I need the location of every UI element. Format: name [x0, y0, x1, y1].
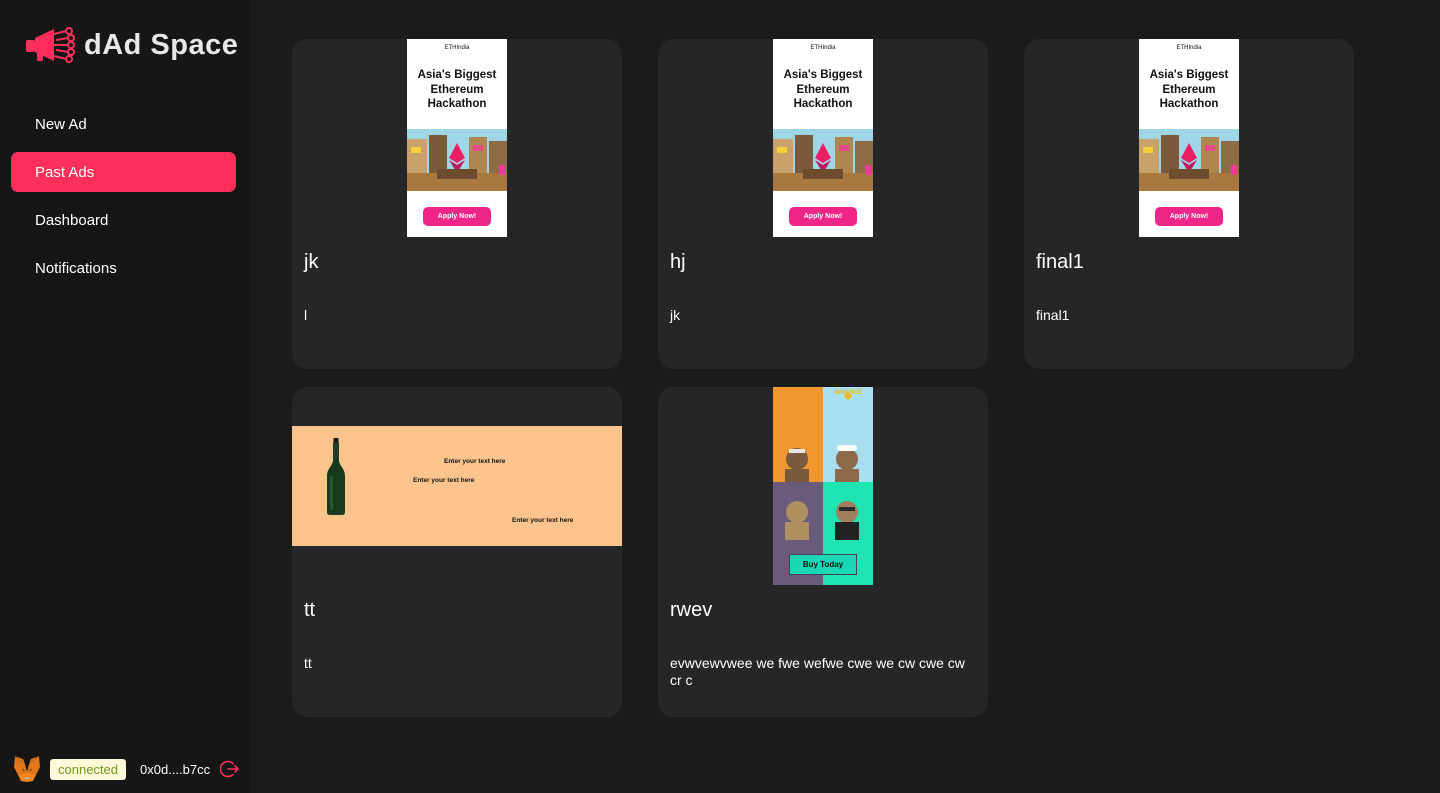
ad-creative-wine-banner: Enter your text here Enter your text her… — [292, 426, 622, 546]
street-scene-illustration — [407, 129, 507, 191]
banner-text: Enter your text here — [413, 477, 475, 484]
banner-text: Enter your text here — [444, 458, 506, 465]
ad-description: tt — [304, 655, 312, 671]
street-scene-illustration — [1139, 129, 1239, 191]
ethindia-logo: ETHIndia — [1176, 45, 1202, 51]
ad-headline: Asia's Biggest Ethereum Hackathon — [417, 69, 497, 110]
sidebar-item-notifications[interactable]: Notifications — [11, 248, 236, 288]
street-scene-illustration — [773, 129, 873, 191]
ad-creative-binance: BINANCE Buy Today — [773, 387, 873, 585]
connection-status-badge: connected — [50, 758, 126, 780]
ad-creative-ethindia: ETHIndia Asia's Biggest Ethereum Hackath… — [773, 39, 873, 237]
ad-headline: Asia's Biggest Ethereum Hackathon — [783, 69, 863, 110]
apply-now-button: Apply Now! — [1155, 207, 1223, 226]
banner-text: Enter your text here — [512, 517, 574, 524]
ad-description: final1 — [1036, 307, 1070, 323]
metamask-fox-icon — [14, 756, 40, 782]
ad-title: rwev — [670, 599, 713, 621]
ad-headline: Asia's Biggest Ethereum Hackathon — [1149, 69, 1229, 110]
wallet-address: 0x0d....b7cc — [140, 761, 211, 777]
apply-now-button: Apply Now! — [423, 207, 491, 226]
ad-card[interactable]: BINANCE Buy Today rwev evwvewvwee we fwe… — [658, 387, 988, 717]
ad-title: final1 — [1036, 251, 1084, 273]
ad-description: l — [304, 307, 308, 323]
ad-card[interactable]: Enter your text here Enter your text her… — [292, 387, 622, 717]
ad-title: tt — [304, 599, 316, 621]
ethindia-logo: ETHIndia — [810, 45, 836, 51]
ad-card[interactable]: ETHIndia Asia's Biggest Ethereum Hackath… — [1024, 39, 1354, 369]
buy-today-button: Buy Today — [789, 554, 857, 575]
brand-logo[interactable]: dAd Space — [24, 26, 238, 64]
sidebar: dAd Space New Ad Past Ads Dashboard Noti… — [0, 0, 250, 793]
sidebar-item-past-ads[interactable]: Past Ads — [11, 152, 236, 192]
logout-icon[interactable] — [220, 759, 240, 779]
ethindia-logo: ETHIndia — [444, 45, 470, 51]
ad-creative-ethindia: ETHIndia Asia's Biggest Ethereum Hackath… — [1139, 39, 1239, 237]
ad-title: jk — [304, 251, 319, 273]
ad-card[interactable]: ETHIndia Asia's Biggest Ethereum Hackath… — [658, 39, 988, 369]
wine-bottle-image — [327, 438, 345, 515]
apply-now-button: Apply Now! — [789, 207, 857, 226]
app-window: dAd Space New Ad Past Ads Dashboard Noti… — [0, 0, 1440, 793]
ad-description: jk — [670, 307, 681, 323]
ad-description: evwvewvwee we fwe wefwe cwe we cw cwe cw… — [670, 655, 965, 688]
binance-logo: BINANCE — [834, 390, 862, 396]
ad-creative-ethindia: ETHIndia Asia's Biggest Ethereum Hackath… — [407, 39, 507, 237]
brand-name: dAd Space — [84, 28, 239, 61]
megaphone-icon — [26, 27, 75, 63]
sidebar-nav: New Ad Past Ads Dashboard Notifications — [11, 104, 236, 296]
ad-card[interactable]: ETHIndia Asia's Biggest Ethereum Hackath… — [292, 39, 622, 369]
sidebar-item-new-ad[interactable]: New Ad — [11, 104, 236, 144]
sidebar-item-dashboard[interactable]: Dashboard — [11, 200, 236, 240]
wallet-status: connected 0x0d....b7cc — [12, 755, 240, 783]
ad-title: hj — [670, 251, 686, 273]
